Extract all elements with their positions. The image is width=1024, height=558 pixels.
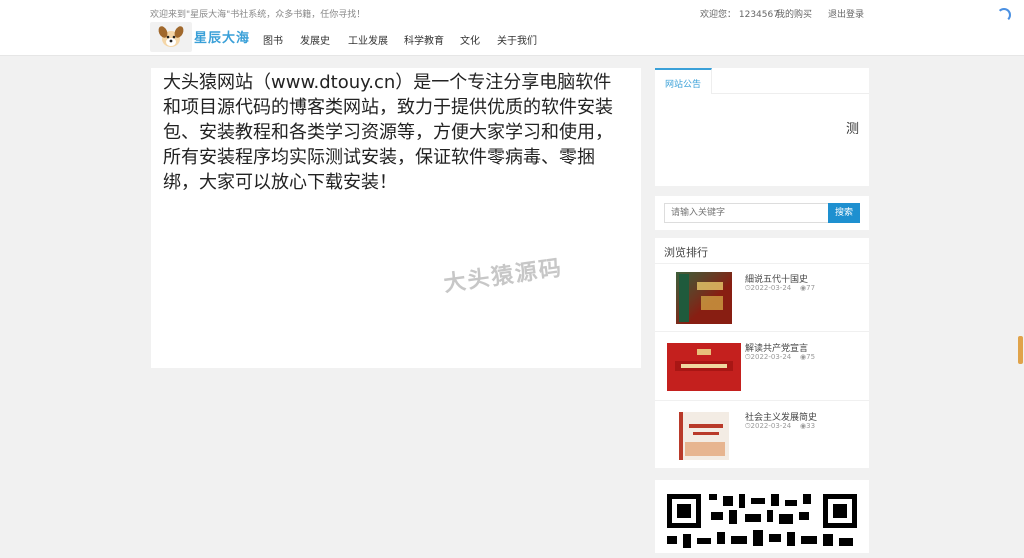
ranking-views: 33 xyxy=(806,422,816,430)
ranking-views: 77 xyxy=(806,284,816,292)
qr-card xyxy=(655,480,869,553)
page-scrollbar[interactable] xyxy=(1016,56,1024,553)
book-cover-image[interactable] xyxy=(667,410,741,462)
nav-item-about-us[interactable]: 关于我们 xyxy=(497,32,537,47)
my-purchases-link[interactable]: 我的购买 xyxy=(776,7,812,20)
site-logo[interactable]: 星辰大海 xyxy=(150,22,254,52)
book-cover-image[interactable] xyxy=(667,341,741,393)
intro-text: 大头猿网站（www.dtouy.cn）是一个专注分享电脑软件和项目源代码的博客类… xyxy=(163,72,613,193)
main-content: 大头猿网站（www.dtouy.cn）是一个专注分享电脑软件和项目源代码的博客类… xyxy=(151,68,641,368)
ranking-meta: 🕒︎2022-03-24 ◉33 xyxy=(745,422,815,431)
dog-mascot-icon xyxy=(150,22,192,52)
top-header: 欢迎来到"星辰大海"书社系统，众多书籍，任你寻找！ 欢迎您： 1234567 我… xyxy=(0,0,1024,56)
ranking-date: 2022-03-24 xyxy=(750,353,792,361)
nav-item-books[interactable]: 图书 xyxy=(263,32,283,47)
ranking-meta: 🕒︎2022-03-24 ◉77 xyxy=(745,284,815,293)
ranking-meta: 🕒︎2022-03-24 ◉75 xyxy=(745,353,815,362)
ranking-date: 2022-03-24 xyxy=(750,284,792,292)
nav-item-history[interactable]: 发展史 xyxy=(300,32,330,47)
book-cover-image[interactable] xyxy=(667,272,741,324)
welcome-text: 欢迎来到"星辰大海"书社系统，众多书籍，任你寻找！ xyxy=(150,10,366,20)
list-item[interactable]: 社会主义发展简史 🕒︎2022-03-24 ◉33 xyxy=(655,402,869,470)
search-input[interactable] xyxy=(664,203,829,223)
user-greeting: 欢迎您： 1234567 xyxy=(700,10,779,20)
logout-link[interactable]: 退出登录 xyxy=(828,7,864,20)
search-button[interactable]: 搜索 xyxy=(828,203,860,223)
nav-item-culture[interactable]: 文化 xyxy=(460,32,480,47)
nav-item-industry[interactable]: 工业发展 xyxy=(348,32,388,47)
notice-card: 网站公告 测 xyxy=(655,68,869,186)
qr-code-icon xyxy=(667,494,857,554)
scrollbar-thumb[interactable] xyxy=(1018,336,1023,364)
tab-site-notice[interactable]: 网站公告 xyxy=(655,68,713,94)
loading-spinner-icon xyxy=(997,8,1011,22)
notice-body: 测 xyxy=(845,122,859,137)
ranking-title: 浏览排行 xyxy=(664,246,708,259)
nav-item-science-education[interactable]: 科学教育 xyxy=(404,32,444,47)
notice-tabs: 网站公告 xyxy=(655,68,869,94)
watermark-text: 大头猿源码 xyxy=(442,255,565,298)
search-card: 搜索 xyxy=(655,196,869,230)
ranking-views: 75 xyxy=(806,353,816,361)
list-item[interactable]: 解读共产党宣言 🕒︎2022-03-24 ◉75 xyxy=(655,333,869,401)
list-item[interactable]: 細说五代十国史 🕒︎2022-03-24 ◉77 xyxy=(655,264,869,332)
ranking-date: 2022-03-24 xyxy=(750,422,792,430)
logo-text: 星辰大海 xyxy=(194,31,251,46)
ranking-card: 浏览排行 細说五代十国史 🕒︎2022-03-24 ◉77 解读共产党宣言 🕒︎… xyxy=(655,238,869,468)
